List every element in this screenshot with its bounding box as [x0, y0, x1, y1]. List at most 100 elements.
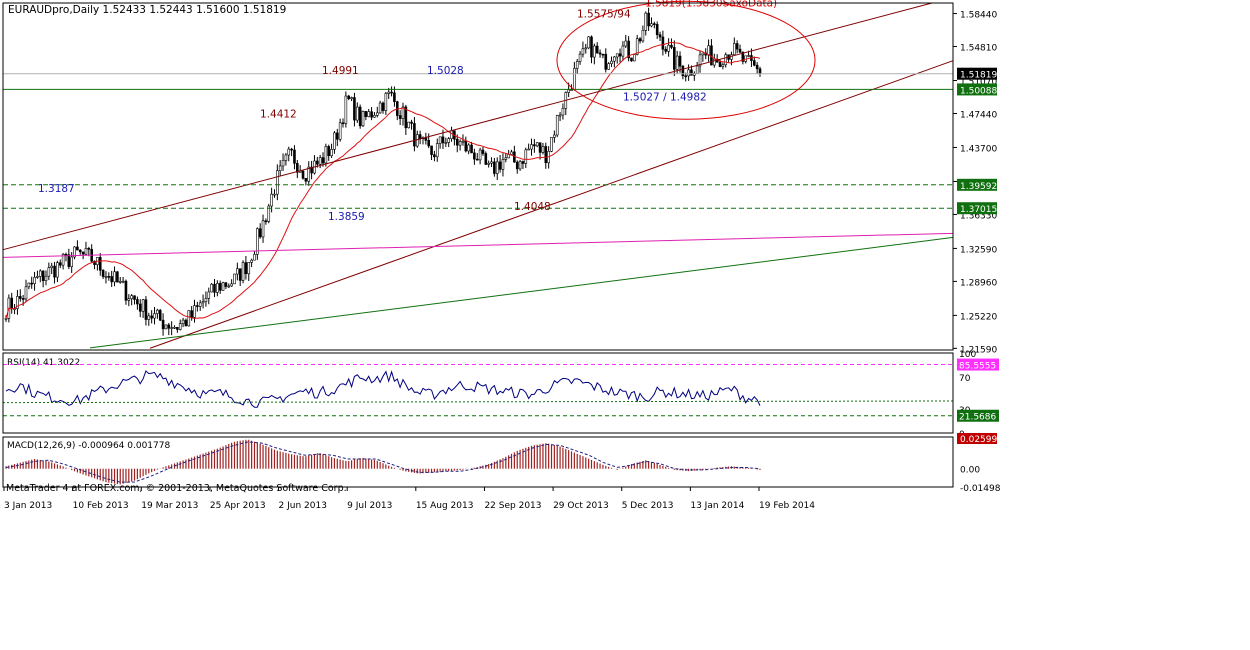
candle-body [56, 262, 59, 278]
candle-body [324, 146, 328, 164]
candle-body [24, 286, 28, 300]
macd-title: MACD(12,26,9) -0.000964 0.001778 [7, 441, 170, 451]
channel-upper-line [2, 2, 933, 251]
axes: 1.584401.548101.510701.474401.437001.399… [2, 2, 1001, 511]
candle-body [156, 309, 159, 314]
candle-body [418, 134, 422, 139]
candle-body [50, 265, 53, 268]
candle-body [190, 310, 193, 318]
candle-body [316, 160, 319, 165]
candle-body [752, 60, 756, 66]
candle-body [230, 283, 233, 287]
candle-body [690, 69, 693, 76]
candle-body [578, 53, 582, 62]
candle-body [484, 153, 488, 165]
rsi-level-badge-label: 85.5555 [959, 362, 996, 372]
price-axis-label: 1.58440 [960, 11, 997, 21]
candle-body [493, 161, 496, 174]
candle-body [438, 136, 442, 144]
candle-body [118, 281, 122, 283]
candle-body [38, 270, 42, 277]
candle-body [567, 89, 570, 93]
candle-body [287, 148, 291, 156]
candle-body [64, 253, 68, 256]
candle-body [675, 55, 679, 70]
candle-body [758, 68, 762, 74]
candle-body [196, 305, 199, 307]
time-axis-label: 5 Dec 2013 [622, 501, 674, 511]
price-axis-label: 1.54810 [960, 44, 997, 54]
price-badge-label: 1.37015 [960, 205, 997, 215]
platform-footer: MetaTrader 4 at FOREX.com, © 2001-2013, … [6, 483, 347, 494]
candle-body [353, 97, 356, 121]
candle-body [184, 319, 188, 327]
candle-body [653, 23, 656, 25]
time-axis-label: 2 Jun 2013 [279, 501, 327, 511]
candle-body [647, 12, 650, 27]
candle-body [598, 52, 602, 55]
candle-body [18, 296, 22, 299]
rsi-axis-label: 100 [959, 350, 976, 360]
candle-body [501, 159, 505, 170]
candle-body [390, 91, 393, 94]
candle-body [707, 45, 710, 56]
price-annotation: 1.5028 [427, 65, 464, 77]
price-axis-label: 1.28960 [960, 278, 997, 288]
candle-body [673, 47, 676, 70]
candle-body [233, 273, 236, 285]
candle-body [293, 149, 296, 164]
candle-body [210, 283, 213, 293]
candle-body [544, 146, 548, 164]
candle-body [367, 111, 371, 117]
candle-body [527, 148, 530, 151]
candle-body [53, 265, 56, 278]
candle-body [581, 48, 585, 55]
candle-body [487, 162, 490, 165]
candle-body [730, 54, 733, 60]
candle-body [713, 58, 716, 66]
candle-body [30, 282, 34, 285]
chart-canvas[interactable]: 1.4991 1.5028 1.4412 1.3187 1.3859 1.4048 1.55… [0, 0, 1250, 646]
candle-body [661, 36, 665, 50]
candle-body [284, 154, 288, 161]
candle-body [78, 249, 82, 253]
candle-body [67, 254, 71, 267]
candle-body [573, 68, 576, 90]
candle-body [347, 95, 351, 99]
candle-body [618, 53, 622, 57]
candle-body [721, 64, 725, 67]
candle-body [684, 75, 688, 78]
candle-body [224, 282, 228, 287]
candle-body [238, 268, 242, 281]
candle-body [4, 317, 8, 320]
candle-body [236, 268, 239, 275]
candle-body [638, 38, 642, 42]
candle-body [21, 298, 25, 300]
price-badge-label: 1.51819 [960, 71, 997, 81]
candle-body [735, 43, 739, 50]
candle-body [321, 157, 325, 164]
candle-body [381, 102, 385, 111]
candle-body [336, 132, 339, 140]
candle-body [276, 170, 279, 195]
candle-body [575, 61, 579, 69]
price-annotation: 1.4048 [514, 201, 551, 213]
candle-body [473, 152, 476, 160]
candle-body [147, 315, 151, 320]
candle-body [593, 45, 596, 58]
candle-body [450, 130, 453, 139]
candle-body [670, 44, 673, 48]
candle-body [624, 40, 628, 47]
candle-body [178, 323, 182, 330]
candle-body [355, 106, 359, 121]
candle-body [444, 142, 448, 144]
candle-body [350, 97, 353, 99]
candle-body [136, 299, 139, 305]
candle-body [124, 280, 128, 301]
price-annotation: 1.4412 [260, 108, 297, 120]
symbol-info: EURAUDpro,Daily 1.52433 1.52443 1.51600 … [8, 4, 286, 16]
candle-body [58, 262, 62, 266]
price-annotation: 1.3859 [328, 211, 365, 223]
candle-body [116, 271, 119, 283]
candle-body [338, 122, 342, 140]
